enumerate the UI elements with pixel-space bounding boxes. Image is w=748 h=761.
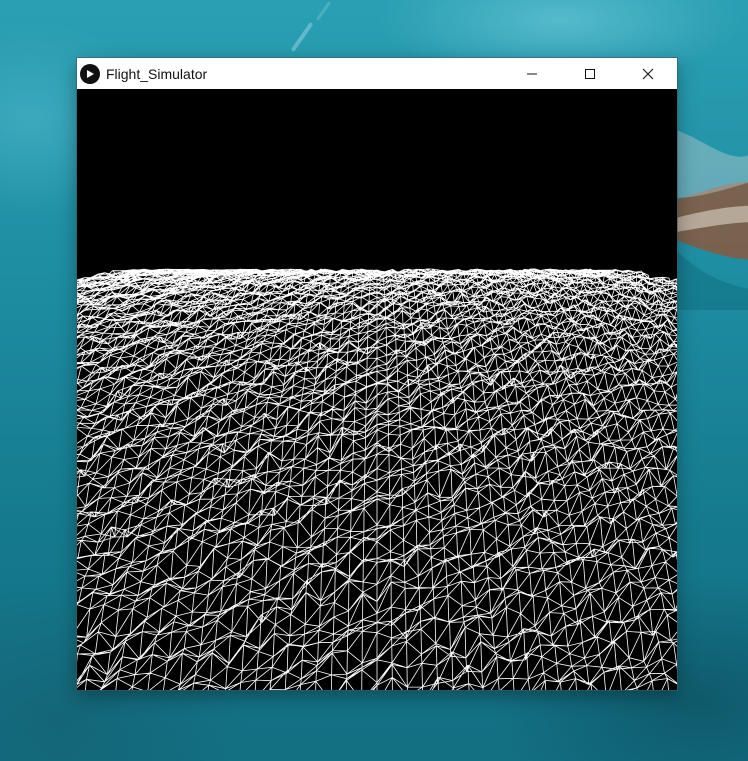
wallpaper-streak — [290, 21, 314, 53]
title-bar[interactable]: Flight_Simulator — [77, 58, 677, 89]
surfboard-shape — [676, 130, 748, 310]
window-title: Flight_Simulator — [106, 65, 208, 82]
app-window: Flight_Simulator — [77, 58, 677, 690]
wallpaper-streak — [315, 1, 332, 21]
terrain-canvas[interactable] — [77, 89, 677, 690]
window-controls — [503, 58, 677, 89]
maximize-icon — [585, 68, 595, 79]
minimize-icon — [527, 73, 537, 74]
processing-play-icon[interactable] — [80, 63, 100, 84]
wireframe-terrain — [77, 268, 677, 690]
terrain-mesh — [77, 268, 677, 690]
close-button[interactable] — [619, 58, 677, 89]
maximize-button[interactable] — [561, 58, 619, 89]
close-icon — [642, 68, 654, 79]
minimize-button[interactable] — [503, 58, 561, 89]
